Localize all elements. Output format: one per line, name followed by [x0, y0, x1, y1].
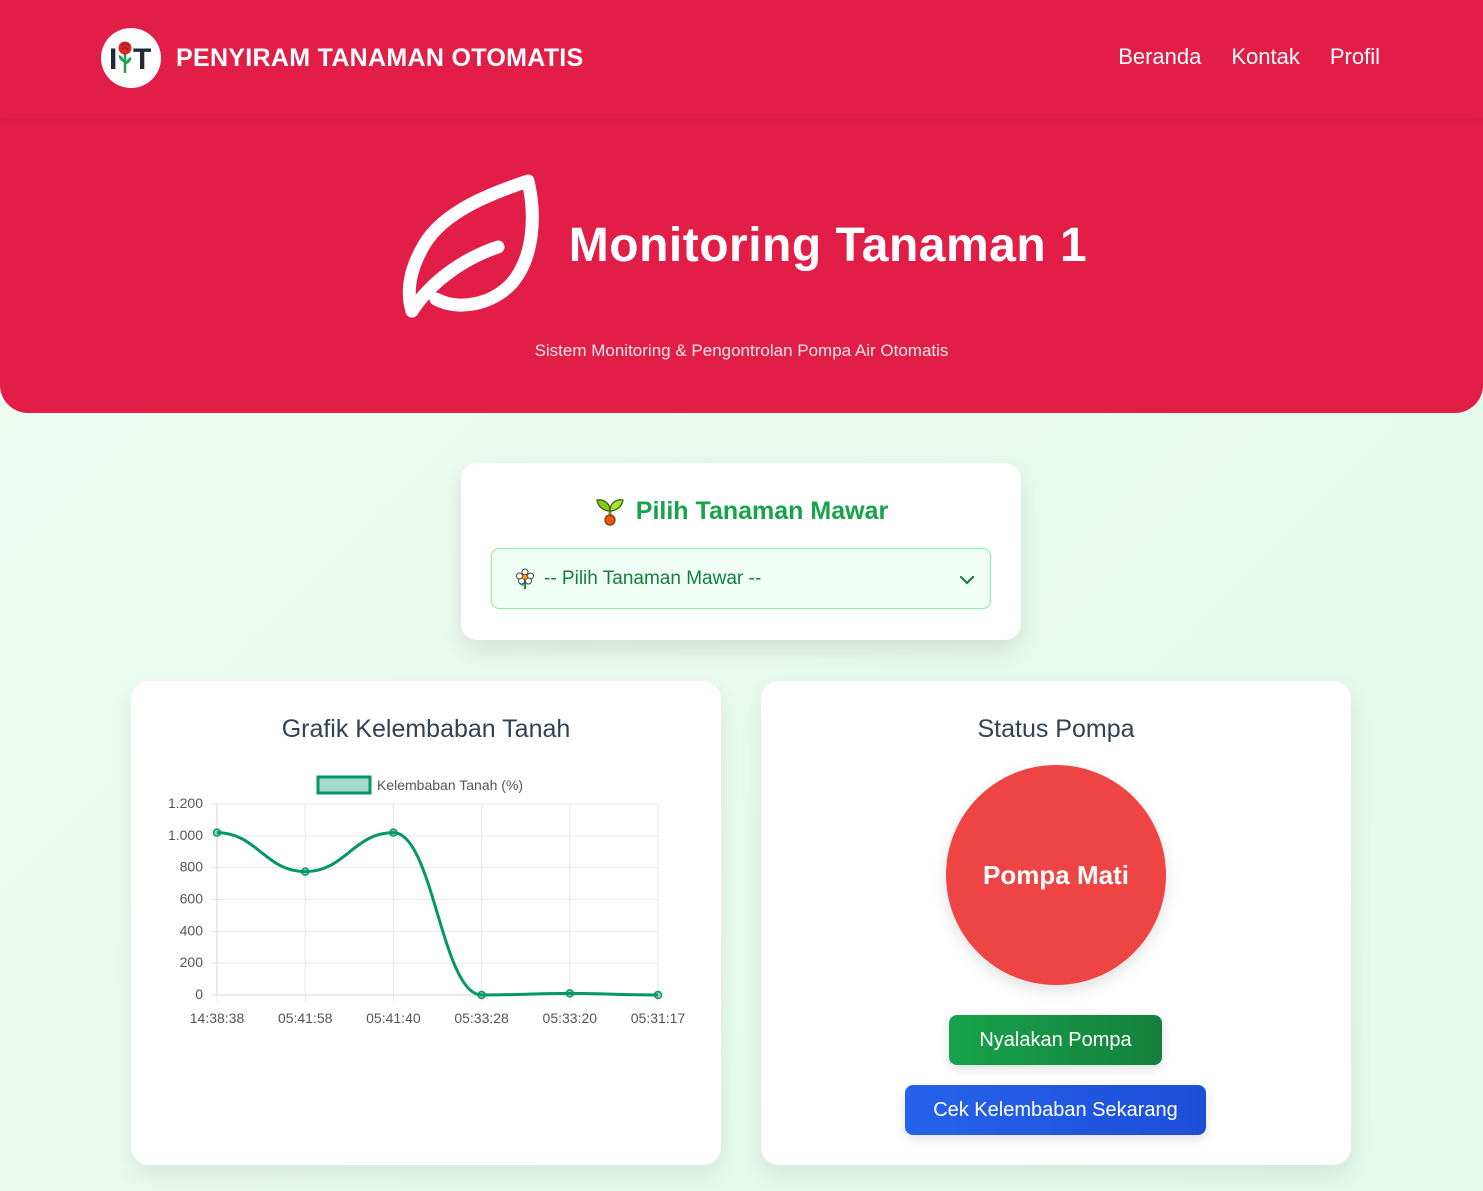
turn-on-pump-button[interactable]: Nyalakan Pompa	[949, 1015, 1162, 1065]
x-tick-label: 05:33:28	[454, 1010, 509, 1026]
plant-select-dropdown[interactable]: -- Pilih Tanaman Mawar --	[491, 548, 991, 609]
y-tick-label: 0	[195, 986, 203, 1002]
data-point	[389, 828, 398, 837]
svg-text:T: T	[133, 43, 151, 76]
y-tick-label: 800	[180, 859, 204, 875]
plant-select-heading: Pilih Tanaman Mawar	[461, 495, 1021, 527]
flower-icon	[516, 568, 534, 589]
series-line	[216, 831, 659, 997]
status-card-title: Status Pompa	[977, 715, 1135, 743]
x-tick-label: 14:38:38	[190, 1010, 245, 1026]
pump-status-label: Pompa Mati	[983, 859, 1129, 890]
hero-heading: Monitoring Tanaman 1	[0, 170, 1483, 320]
check-moisture-button[interactable]: Cek Kelembaban Sekarang	[905, 1085, 1206, 1135]
data-point	[212, 828, 222, 837]
chart-card-title: Grafik Kelembaban Tanah	[281, 715, 571, 743]
data-point	[477, 990, 486, 1000]
x-tick-label: 05:33:20	[543, 1010, 598, 1026]
plant-select-value: -- Pilih Tanaman Mawar --	[544, 567, 762, 589]
x-tick-label: 05:31:17	[631, 1010, 686, 1026]
seedling-icon	[596, 499, 624, 526]
page-title: Monitoring Tanaman 1	[568, 218, 1088, 272]
data-point	[300, 867, 310, 876]
rose-logo-icon[interactable]: I T	[101, 28, 161, 88]
y-tick-label: 400	[180, 922, 204, 938]
nav-link-profil[interactable]: Profil	[1330, 44, 1380, 70]
nav-link-beranda[interactable]: Beranda	[1118, 44, 1201, 70]
y-tick-label: 1.200	[168, 795, 203, 811]
moisture-line-chart: 0 200 400 600 800 1.000 1.200 14:38:38 05:41:58 0…	[168, 775, 686, 1026]
svg-text:I: I	[109, 43, 117, 76]
plant-select-card: Pilih Tanaman Mawar -- Pilih Tanaman Maw…	[461, 463, 1021, 640]
leaf-icon	[402, 174, 539, 317]
y-tick-label: 1.000	[168, 827, 203, 843]
navbar: I T PENYIRAM TANAMAN OTOMATIS Beranda Ko…	[0, 0, 1483, 118]
x-tick-label: 05:41:40	[366, 1010, 421, 1026]
pump-status-indicator: Pompa Mati	[946, 765, 1166, 985]
chevron-down-icon	[959, 575, 975, 585]
data-point	[565, 989, 575, 998]
y-tick-label: 200	[180, 954, 204, 970]
pump-status-card: Status Pompa Pompa Mati Nyalakan Pompa C…	[761, 681, 1351, 1165]
x-tick-label: 05:41:58	[278, 1010, 333, 1026]
brand-title: PENYIRAM TANAMAN OTOMATIS	[176, 44, 584, 72]
nav-link-kontak[interactable]: Kontak	[1231, 44, 1300, 70]
moisture-chart-card: Grafik Kelembaban Tanah 0 200 400 600 800 1.0…	[131, 681, 721, 1165]
page-subtitle: Sistem Monitoring & Pengontrolan Pompa A…	[534, 341, 949, 360]
legend-swatch	[316, 775, 372, 795]
y-tick-label: 600	[180, 891, 204, 907]
plant-select-title: Pilih Tanaman Mawar	[635, 496, 889, 525]
hero-banner: I T PENYIRAM TANAMAN OTOMATIS Beranda Ko…	[0, 0, 1483, 413]
data-point	[653, 990, 663, 1000]
nav-links: Beranda Kontak Profil	[1118, 44, 1380, 70]
legend-label: Kelembaban Tanah (%)	[377, 777, 523, 793]
